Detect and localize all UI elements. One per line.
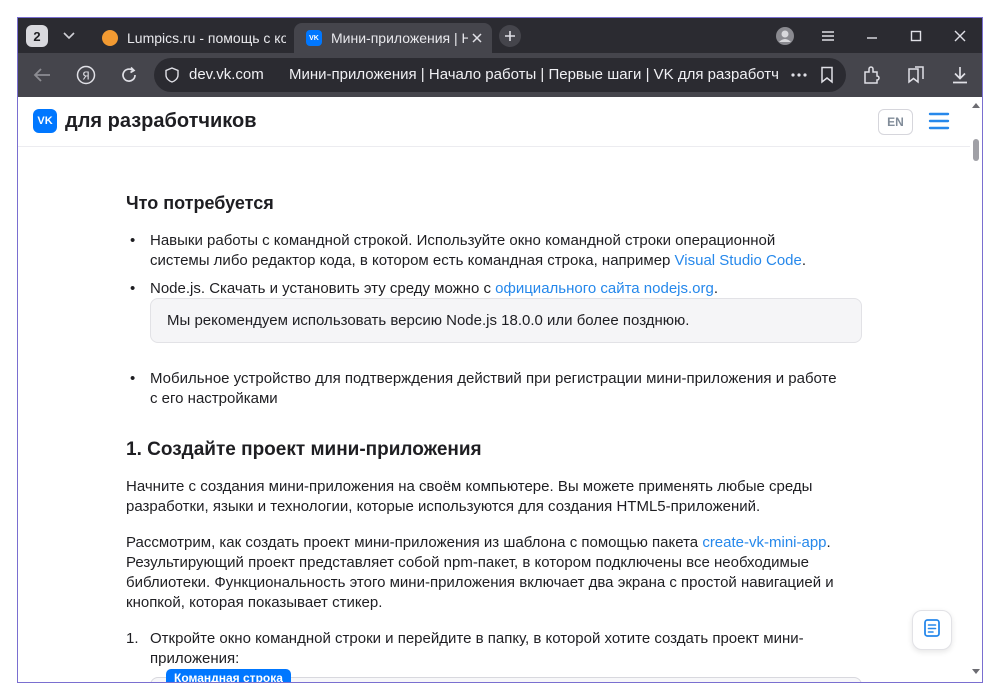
requirements-heading: Что потребуется [126, 193, 274, 213]
scroll-down-icon[interactable] [972, 669, 980, 674]
address-page-title: Мини-приложения | Начало работы | Первые… [289, 66, 779, 83]
more-icon[interactable] [790, 66, 808, 89]
bookmark-icon[interactable] [820, 66, 834, 89]
web-page: VK для разработчиков EN Что потребуется … [18, 97, 982, 682]
vk-logo[interactable]: VK [33, 109, 57, 133]
minimize-icon[interactable] [858, 24, 886, 48]
address-domain: dev.vk.com [189, 66, 264, 83]
language-button[interactable]: EN [878, 109, 913, 135]
recommendation-note: Мы рекомендуем использовать версию Node.… [150, 298, 862, 343]
step-text: Откройте окно командной строки и перейди… [150, 630, 804, 667]
tab-list-icon[interactable] [58, 26, 80, 46]
reload-icon[interactable] [117, 63, 141, 87]
step-number: 1. [126, 630, 139, 647]
scroll-thumb[interactable] [973, 139, 979, 161]
section-heading: 1. Создайте проект мини-приложения [126, 439, 482, 460]
yandex-icon[interactable]: Я [74, 63, 98, 87]
new-tab-icon[interactable] [499, 25, 521, 47]
visual-studio-code-link[interactable]: Visual Studio Code [675, 252, 802, 269]
intro-paragraph: Начните с создания мини-приложения на св… [126, 478, 813, 515]
tab-vk-mini-apps[interactable]: VK Мини-приложения | Начало работы [294, 23, 492, 53]
site-header: VK для разработчиков EN [18, 97, 970, 147]
list-item: Навыки работы с командной строкой. Испол… [126, 231, 838, 271]
tab-strip: 2 Lumpics.ru - помощь с компьютером VK М… [18, 18, 982, 53]
extensions-icon[interactable] [860, 63, 884, 87]
maximize-icon[interactable] [902, 24, 930, 48]
tab-lumpics[interactable]: Lumpics.ru - помощь с компьютером [90, 23, 286, 53]
tab-title: Мини-приложения | Начало работы [331, 30, 468, 46]
site-name[interactable]: для разработчиков [65, 110, 257, 133]
table-of-contents-button[interactable] [912, 610, 952, 650]
scroll-up-icon[interactable] [972, 103, 980, 108]
tab-title: Lumpics.ru - помощь с компьютером [127, 30, 286, 46]
browser-window: 2 Lumpics.ru - помощь с компьютером VK М… [17, 17, 983, 683]
tab-close-icon[interactable] [468, 29, 486, 47]
lumpics-favicon-icon [102, 30, 118, 46]
profile-icon[interactable] [771, 24, 799, 48]
menu-icon[interactable] [814, 24, 842, 48]
list-item: Node.js. Скачать и установить эту среду … [126, 279, 826, 299]
tab-counter-button[interactable]: 2 [26, 25, 48, 47]
collections-icon[interactable] [904, 63, 928, 87]
create-vk-mini-app-link[interactable]: create-vk-mini-app [702, 534, 826, 551]
site-info-icon[interactable] [165, 67, 179, 88]
back-icon[interactable] [30, 63, 54, 87]
template-paragraph: Рассмотрим, как создать проект мини-прил… [126, 534, 834, 611]
code-block-label: Командная строка [166, 669, 291, 682]
close-icon[interactable] [946, 24, 974, 48]
svg-text:Я: Я [82, 70, 90, 83]
download-icon[interactable] [948, 63, 972, 87]
nodejs-site-link[interactable]: официального сайта nodejs.org [495, 280, 714, 297]
vk-favicon-icon: VK [306, 30, 322, 46]
page-scrollbar[interactable] [970, 97, 982, 682]
step-item: 1. Откройте окно командной строки и пере… [126, 629, 838, 669]
browser-toolbar: Я dev.vk.com Мини-приложения | Начало ра… [18, 53, 982, 97]
address-bar[interactable]: dev.vk.com Мини-приложения | Начало рабо… [154, 58, 846, 92]
list-icon [922, 618, 942, 643]
list-item: Мобильное устройство для подтверждения д… [126, 369, 838, 409]
hamburger-menu-icon[interactable] [928, 110, 950, 132]
